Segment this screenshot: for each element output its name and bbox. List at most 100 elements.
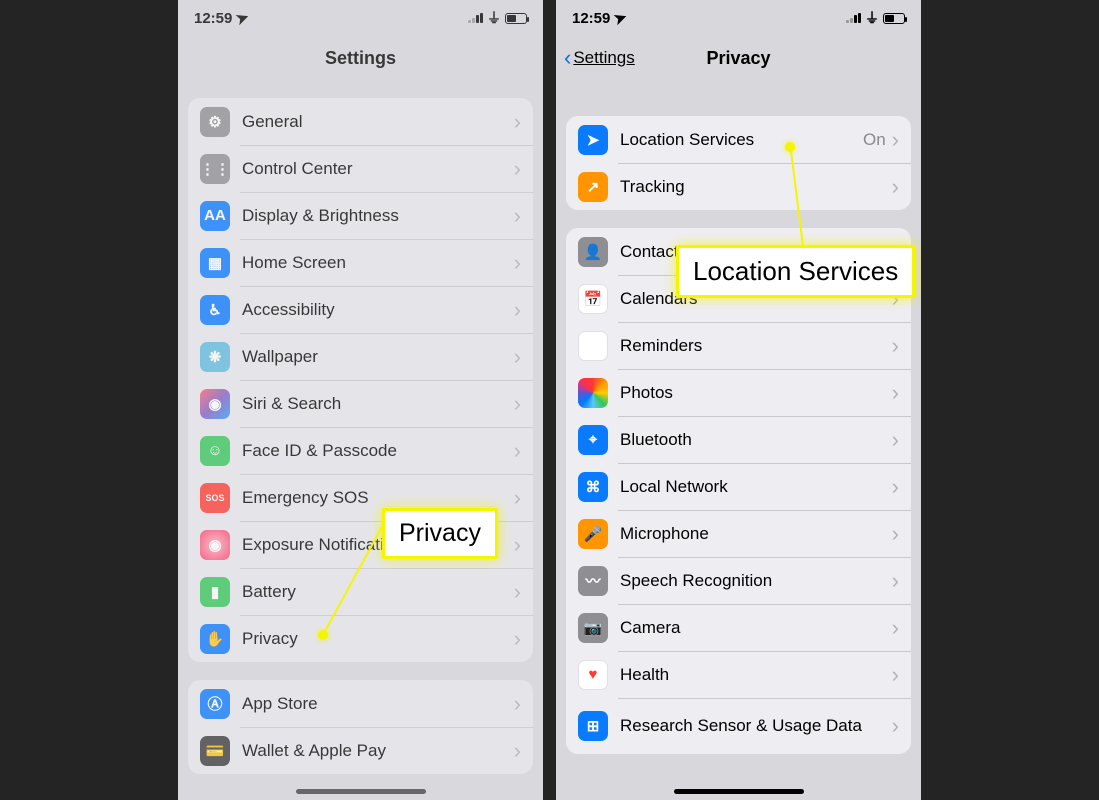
back-label: Settings [573, 48, 634, 68]
row-label: Wallet & Apple Pay [242, 741, 514, 761]
settings-row-wallet-apple-pay[interactable]: 💳 Wallet & Apple Pay› [188, 727, 533, 774]
row-label: Research Sensor & Usage Data [620, 716, 892, 736]
row-label: Battery [242, 582, 514, 602]
callout-dot [785, 142, 795, 152]
settings-group: ⚙︎General›⋮⋮Control Center›AADisplay & B… [188, 98, 533, 662]
chevron-right-icon: › [514, 691, 521, 717]
status-time: 12:59 [194, 10, 232, 27]
back-button[interactable]: ‹ Settings [564, 47, 635, 69]
settings-row-accessibility[interactable]: ♿︎ Accessibility› [188, 286, 533, 333]
contacts-icon: 👤 [578, 237, 608, 267]
chevron-left-icon: ‹ [564, 47, 571, 69]
battery-icon [505, 13, 527, 24]
page-title: Settings [325, 48, 396, 69]
settings-row-tracking[interactable]: ↗ Tracking› [566, 163, 911, 210]
chevron-right-icon: › [892, 174, 899, 200]
settings-row-privacy[interactable]: ✋Privacy› [188, 615, 533, 662]
row-label: Health [620, 665, 892, 685]
settings-row-camera[interactable]: 📷Camera› [566, 604, 911, 651]
settings-row-local-network[interactable]: ⌘ Local Network› [566, 463, 911, 510]
bluetooth-icon: ⌖ [578, 425, 608, 455]
faceid-icon: ☺︎ [200, 436, 230, 466]
chevron-right-icon: › [892, 568, 899, 594]
settings-row-general[interactable]: ⚙︎ General› [188, 98, 533, 145]
settings-row-app-store[interactable]: Ⓐ App Store› [188, 680, 533, 727]
signal-icon [846, 13, 861, 23]
tracking-icon: ↗ [578, 172, 608, 202]
speech-icon: 〰 [578, 566, 608, 596]
chevron-right-icon: › [892, 474, 899, 500]
row-label: Bluetooth [620, 430, 892, 450]
row-label: Control Center [242, 159, 514, 179]
chevron-right-icon: › [514, 438, 521, 464]
chevron-right-icon: › [514, 156, 521, 182]
settings-group: 👤Contacts›📅Calendars›⋮Reminders›Photos›⌖… [566, 228, 911, 754]
privacy-icon: ✋ [200, 624, 230, 654]
chevron-right-icon: › [514, 532, 521, 558]
signal-icon [468, 13, 483, 23]
row-label: Photos [620, 383, 892, 403]
settings-list[interactable]: ⚙︎General›⋮⋮Control Center›AADisplay & B… [178, 80, 543, 800]
reminders-icon: ⋮ [578, 331, 608, 361]
row-label: Siri & Search [242, 394, 514, 414]
chevron-right-icon: › [514, 109, 521, 135]
home-screen-icon: ▦ [200, 248, 230, 278]
exposure-icon: ◉ [200, 530, 230, 560]
settings-row-health[interactable]: ♥︎Health› [566, 651, 911, 698]
settings-row-bluetooth[interactable]: ⌖Bluetooth› [566, 416, 911, 463]
home-indicator[interactable] [296, 789, 426, 794]
callout-location-services: Location Services [676, 245, 915, 298]
chevron-right-icon: › [514, 203, 521, 229]
row-label: Accessibility [242, 300, 514, 320]
row-label: App Store [242, 694, 514, 714]
row-label: Privacy [242, 629, 514, 649]
row-label: Camera [620, 618, 892, 638]
chevron-right-icon: › [514, 738, 521, 764]
home-indicator[interactable] [674, 789, 804, 794]
settings-row-speech-recognition[interactable]: 〰 Speech Recognition› [566, 557, 911, 604]
wallpaper-icon: ❋ [200, 342, 230, 372]
chevron-right-icon: › [892, 521, 899, 547]
wallet-icon: 💳 [200, 736, 230, 766]
row-label: Face ID & Passcode [242, 441, 514, 461]
nav-bar: ‹ Settings Privacy [556, 36, 921, 80]
settings-row-reminders[interactable]: ⋮Reminders› [566, 322, 911, 369]
privacy-list[interactable]: ➤Location ServicesOn›↗Tracking›👤Contacts… [556, 80, 921, 800]
chevron-right-icon: › [514, 250, 521, 276]
settings-row-battery[interactable]: ▮Battery› [188, 568, 533, 615]
row-label: Speech Recognition [620, 571, 892, 591]
location-arrow-icon: ➤ [234, 7, 252, 28]
settings-row-photos[interactable]: Photos› [566, 369, 911, 416]
settings-row-face-id-passcode[interactable]: ☺︎ Face ID & Passcode› [188, 427, 533, 474]
row-label: Tracking [620, 177, 892, 197]
gear-icon: ⚙︎ [200, 107, 230, 137]
accessibility-icon: ♿︎ [200, 295, 230, 325]
settings-row-home-screen[interactable]: ▦ Home Screen› [188, 239, 533, 286]
settings-row-siri-search[interactable]: ◉Siri & Search› [188, 380, 533, 427]
row-label: General [242, 112, 514, 132]
row-value: On [863, 130, 886, 150]
settings-row-display-brightness[interactable]: AADisplay & Brightness› [188, 192, 533, 239]
control-center-icon: ⋮⋮ [200, 154, 230, 184]
settings-row-wallpaper[interactable]: ❋Wallpaper› [188, 333, 533, 380]
status-bar: 12:59 ➤ ⏚ [556, 0, 921, 36]
appstore-icon: Ⓐ [200, 689, 230, 719]
chevron-right-icon: › [514, 391, 521, 417]
chevron-right-icon: › [514, 344, 521, 370]
chevron-right-icon: › [514, 297, 521, 323]
settings-row-control-center[interactable]: ⋮⋮ Control Center› [188, 145, 533, 192]
battery-icon [883, 13, 905, 24]
status-time: 12:59 [572, 10, 610, 27]
settings-row-microphone[interactable]: 🎤Microphone› [566, 510, 911, 557]
chevron-right-icon: › [514, 579, 521, 605]
row-label: Microphone [620, 524, 892, 544]
row-label: Home Screen [242, 253, 514, 273]
settings-row-research-sensor-usage-data[interactable]: ⊞Research Sensor & Usage Data› [566, 698, 911, 754]
chevron-right-icon: › [514, 485, 521, 511]
localnet-icon: ⌘ [578, 472, 608, 502]
settings-row-location-services[interactable]: ➤Location ServicesOn› [566, 116, 911, 163]
display-icon: AA [200, 201, 230, 231]
camera-icon: 📷 [578, 613, 608, 643]
row-label: Local Network [620, 477, 892, 497]
wifi-icon: ⏚ [865, 8, 879, 28]
